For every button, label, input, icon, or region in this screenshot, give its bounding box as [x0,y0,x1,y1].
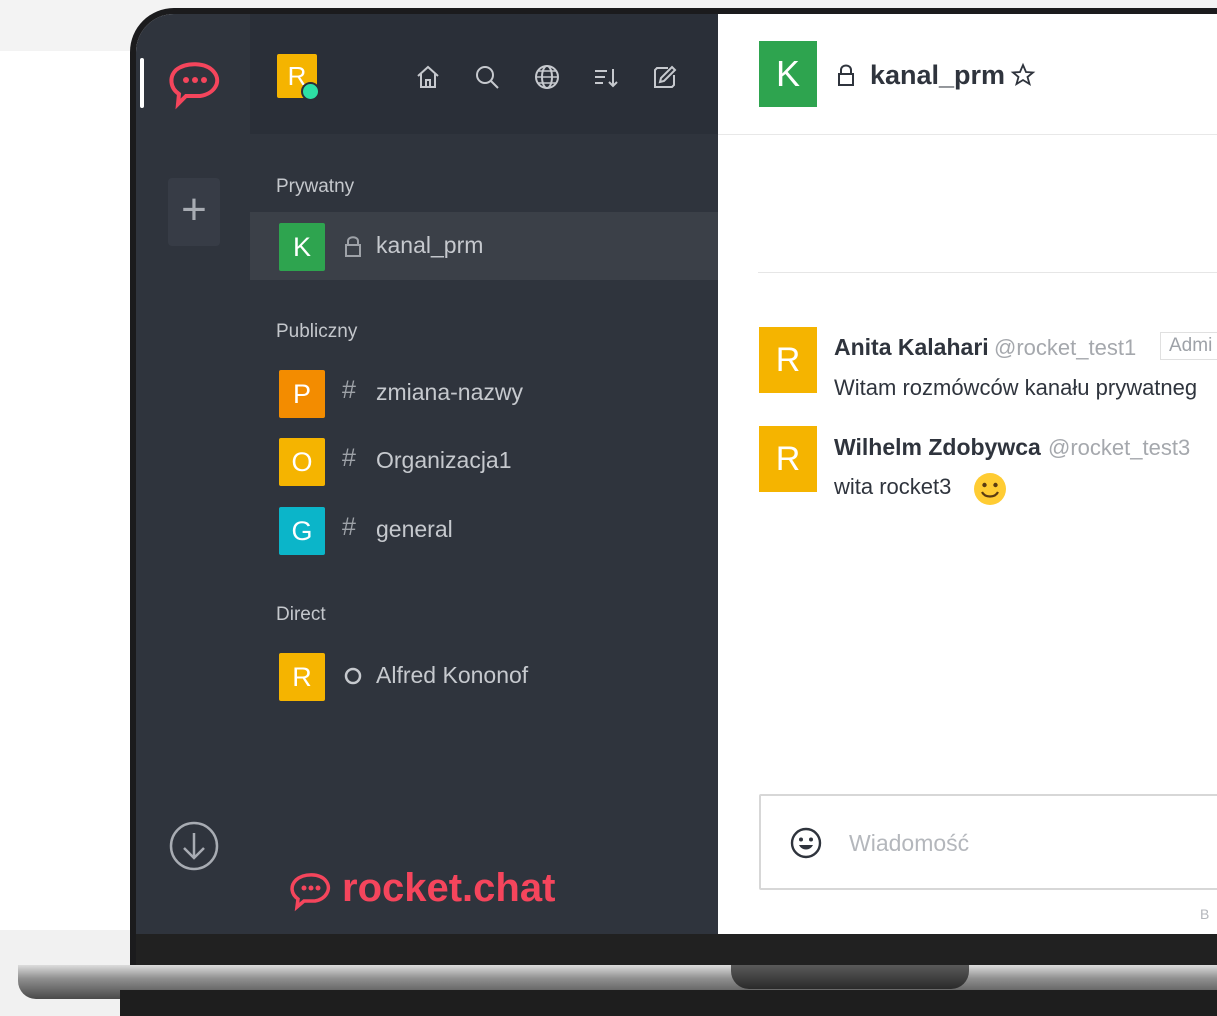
room-name: zmiana-nazwy [376,379,523,405]
room-avatar: R [279,653,325,701]
room-item-alfred-kononof[interactable]: R Alfred Kononof [250,642,718,710]
smiley-emoji-icon [974,473,1006,505]
message-avatar[interactable]: R [759,327,817,393]
directory-globe-icon[interactable] [532,62,562,92]
room-avatar: P [279,370,325,418]
brand-wordmark: rocket.chat [342,866,556,910]
rocket-chat-brand-icon [290,873,331,912]
message-composer [759,794,1217,890]
server-rail: + [136,14,250,934]
laptop-base-shadow [120,990,1217,1016]
laptop-hinge-notch [731,965,969,989]
search-icon[interactable] [472,62,502,92]
message-text: Witam rozmówców kanału prywatneg [834,375,1198,400]
room-item-zmiana-nazwy[interactable]: P # zmiana-nazwy [250,359,718,427]
hash-icon: # [342,444,356,472]
status-offline-icon [344,667,362,685]
emoji-picker-icon[interactable] [789,826,823,860]
room-item-general[interactable]: G # general [250,496,718,564]
section-direct-label: Direct [276,604,326,625]
active-server-indicator [140,58,144,108]
room-name: Alfred Kononof [376,662,529,688]
hash-icon: # [342,376,356,404]
online-status-icon [301,82,320,101]
lock-icon [345,236,361,257]
lock-icon [838,64,854,86]
star-icon[interactable] [1010,62,1036,88]
chat-area: K kanal_prm R Anita Kalahari @rocket_tes… [718,14,1217,934]
home-icon[interactable] [413,62,443,92]
room-header-avatar: K [759,41,817,107]
add-server-button[interactable]: + [168,178,220,246]
room-name: kanal_prm [376,232,484,258]
formatting-hint: B [1200,906,1210,922]
room-item-organizacja1[interactable]: O # Organizacja1 [250,427,718,495]
message-divider [758,272,1217,273]
message-input[interactable] [847,820,1217,866]
room-header: K kanal_prm [718,14,1217,135]
message-author[interactable]: Anita Kalahari [834,334,989,361]
screen-bezel-bottom [136,934,1217,968]
message-author[interactable]: Wilhelm Zdobywca [834,434,1041,461]
create-new-icon[interactable] [650,62,680,92]
room-item-kanal-prm[interactable]: K kanal_prm [250,212,718,280]
background-left [0,51,132,931]
room-title: kanal_prm [870,60,1006,90]
app-screen: + R Prywatny K kanal_prm Publiczny P # z… [136,14,1217,934]
room-avatar: G [279,507,325,555]
room-avatar: O [279,438,325,486]
rocket-chat-logo-icon[interactable] [166,58,222,110]
message-username[interactable]: @rocket_test1 [994,335,1136,361]
role-badge: Admi [1160,332,1217,360]
section-public-label: Publiczny [276,321,358,342]
room-avatar: K [279,223,325,271]
sort-icon[interactable] [591,62,621,92]
section-private-label: Prywatny [276,176,355,197]
message-avatar[interactable]: R [759,426,817,492]
sidebar-header: R [250,14,718,134]
download-icon[interactable] [169,821,219,871]
message-username[interactable]: @rocket_test3 [1048,435,1190,461]
hash-icon: # [342,513,356,541]
room-name: general [376,516,453,542]
sidebar: R Prywatny K kanal_prm Publiczny P # zmi… [250,14,718,934]
message-text: wita rocket3 [834,474,952,499]
room-name: Organizacja1 [376,447,512,473]
